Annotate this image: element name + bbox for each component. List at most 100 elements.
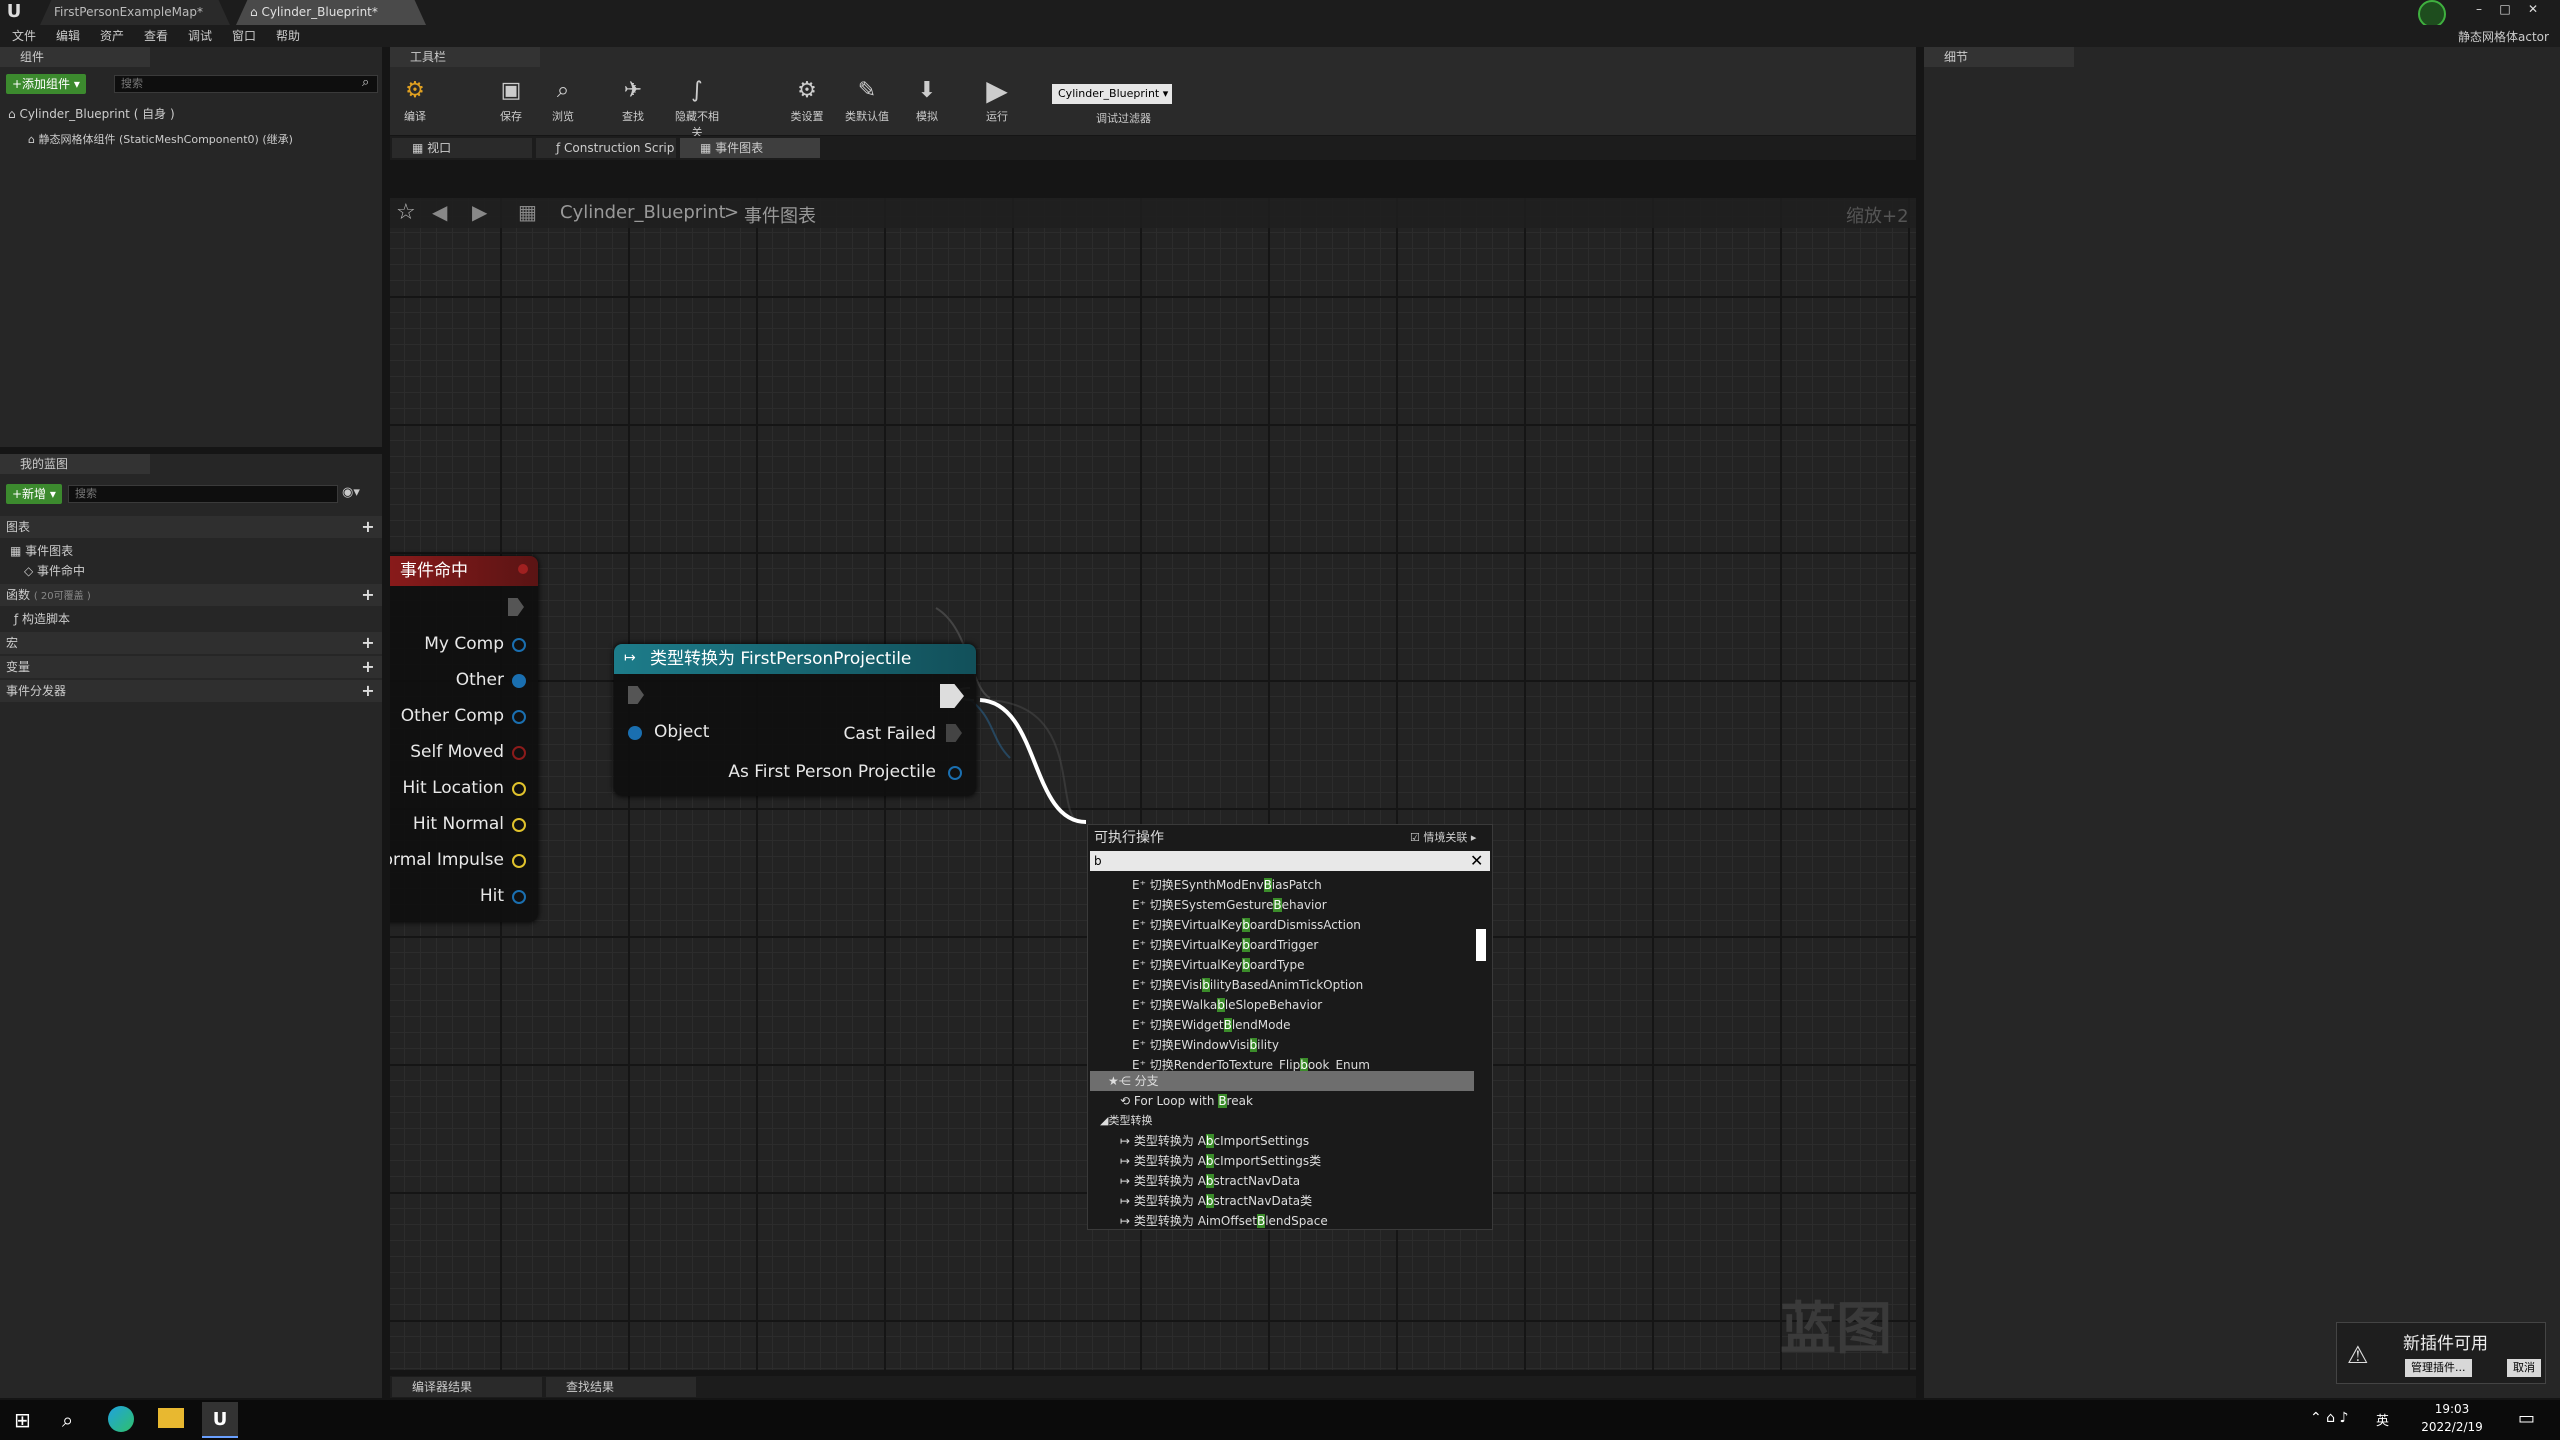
add-macro-icon[interactable]: + (360, 635, 376, 651)
pin-my-comp[interactable] (512, 638, 526, 652)
file-explorer-icon[interactable] (158, 1408, 184, 1428)
macros-section[interactable]: 宏 + (0, 632, 382, 654)
list-item-switch[interactable]: E⁺ 切换EWindowVisibility (1088, 1035, 1468, 1055)
pin-other-comp[interactable] (512, 710, 526, 724)
event-graph-item[interactable]: ▦ 事件图表 (10, 540, 73, 562)
play-button[interactable]: ▶ 运行 (970, 76, 1024, 130)
tab-construction-script[interactable]: ƒ Construction Scrip (536, 138, 676, 158)
edge-browser-icon[interactable] (108, 1406, 134, 1432)
list-item-cast[interactable]: ↦ 类型转换为 AbstractNavData类 (1088, 1191, 1468, 1211)
add-graph-icon[interactable]: + (360, 519, 376, 535)
clock-time[interactable]: 19:03 (2420, 1402, 2484, 1416)
hide-unrelated-button[interactable]: ∫ 隐藏不相关 (670, 76, 724, 139)
list-item-cast[interactable]: ↦ 类型转换为 AbcImportSettings类 (1088, 1151, 1468, 1171)
list-item-switch[interactable]: E⁺ 切换EVirtualKeyboardTrigger (1088, 935, 1468, 955)
event-exec-out-pin[interactable] (508, 598, 524, 616)
component-root-item[interactable]: ⌂ Cylinder_Blueprint ( 自身 ) (8, 103, 378, 125)
source-control-icon[interactable] (2418, 0, 2446, 28)
compile-button[interactable]: ⚙ 编译 (388, 76, 442, 130)
list-item-for-loop[interactable]: ⟲ For Loop with Break (1088, 1091, 1468, 1111)
maximize-button[interactable]: □ (2494, 2, 2516, 16)
dismiss-button[interactable]: 取消 (2507, 1359, 2541, 1377)
notifications-icon[interactable]: ▭ (2518, 1408, 2535, 1429)
document-tab-map[interactable]: FirstPersonExampleMap* (40, 0, 230, 25)
tab-viewport[interactable]: ▦ 视口 (392, 138, 532, 158)
my-blueprint-tab[interactable]: 我的蓝图 (0, 454, 150, 474)
cast-failed-pin[interactable] (946, 724, 962, 742)
pin-hit-normal[interactable] (512, 818, 526, 832)
cast-object-pin[interactable] (628, 726, 642, 740)
action-context-menu[interactable]: 可执行操作 ☑ 情境关联 ▸ b ✕ E⁺ 切换ESynthModEnvBias… (1087, 824, 1493, 1230)
list-item-switch[interactable]: E⁺ 切换ESystemGestureBehavior (1088, 895, 1468, 915)
context-sensitive-toggle[interactable]: ☑ 情境关联 ▸ (1410, 829, 1476, 845)
event-hit-node[interactable]: 事件命中 My Comp Other Other Comp Self Moved… (390, 556, 538, 922)
debug-object-select[interactable]: Cylinder_Blueprint ▾ (1052, 84, 1172, 104)
component-mesh-item[interactable]: ⌂ 静态网格体组件 (StaticMeshComponent0) (继承) (28, 129, 378, 151)
clear-search-icon[interactable]: ✕ (1470, 851, 1483, 870)
save-button[interactable]: ▣ 保存 (484, 76, 538, 130)
menu-view[interactable]: 查看 (144, 25, 168, 47)
event-dispatchers-section[interactable]: 事件分发器 + (0, 680, 382, 702)
list-item-cast[interactable]: ↦ 类型转换为 AbcImportSettings (1088, 1131, 1468, 1151)
list-scrollbar-thumb[interactable] (1476, 929, 1486, 961)
cast-node[interactable]: 类型转换为 FirstPersonProjectile ↦ Object Cas… (614, 644, 976, 796)
class-settings-button[interactable]: ⚙ 类设置 (780, 76, 834, 130)
add-variable-icon[interactable]: + (360, 659, 376, 675)
list-item-switch[interactable]: E⁺ 切换EWalkableSlopeBehavior (1088, 995, 1468, 1015)
components-search-input[interactable]: 搜索 (114, 75, 378, 93)
tab-event-graph[interactable]: ▦ 事件图表 (680, 138, 820, 158)
browse-button[interactable]: ⌕ 浏览 (536, 76, 590, 130)
graphs-section[interactable]: 图表 + (0, 516, 382, 538)
windows-start-icon[interactable]: ⊞ (14, 1408, 31, 1432)
tab-compiler-results[interactable]: 编译器结果 (392, 1377, 542, 1397)
list-item-switch[interactable]: E⁺ 切换EVirtualKeyboardDismissAction (1088, 915, 1468, 935)
toolbar-tab[interactable]: 工具栏 (390, 47, 540, 67)
list-item-switch[interactable]: E⁺ 切换EVirtualKeyboardType (1088, 955, 1468, 975)
menu-file[interactable]: 文件 (12, 25, 36, 47)
category-cast[interactable]: ◢类型转换 (1088, 1111, 1468, 1131)
class-defaults-button[interactable]: ✎ 类默认值 (840, 76, 894, 130)
pin-other[interactable] (512, 674, 526, 688)
menu-debug[interactable]: 调试 (188, 25, 212, 47)
menu-asset[interactable]: 资产 (100, 25, 124, 47)
manage-plugins-button[interactable]: 管理插件... (2405, 1359, 2472, 1377)
functions-section[interactable]: 函数 ( 20可覆盖 ) + (0, 584, 382, 606)
cast-exec-in-pin[interactable] (628, 686, 644, 704)
list-item-switch[interactable]: E⁺ 切换EVisibilityBasedAnimTickOption (1088, 975, 1468, 995)
ime-indicator[interactable]: 英 (2376, 1410, 2389, 1429)
system-tray-icons[interactable]: ⌃ ⌂ ♪ (2310, 1410, 2348, 1426)
list-item-switch[interactable]: E⁺ 切换ESynthModEnvBiasPatch (1088, 875, 1468, 895)
pin-normal-impulse[interactable] (512, 854, 526, 868)
find-button[interactable]: ✈ 查找 (606, 76, 660, 130)
components-tab[interactable]: 组件 (0, 47, 150, 67)
close-button[interactable]: ✕ (2522, 2, 2544, 16)
my-blueprint-search-input[interactable]: 搜索 (68, 485, 338, 503)
search-icon[interactable]: ⌕ (62, 1408, 73, 1432)
add-function-icon[interactable]: + (360, 587, 376, 603)
view-options-icon[interactable]: ◉▾ (342, 485, 360, 500)
action-search-input[interactable]: b (1090, 851, 1490, 871)
event-hit-item[interactable]: ◇ 事件命中 (24, 560, 85, 582)
list-item-branch-selected[interactable]: ★⋲ 分支 (1090, 1071, 1474, 1091)
pin-hit[interactable] (512, 890, 526, 904)
details-tab[interactable]: 细节 (1924, 47, 2074, 67)
menu-edit[interactable]: 编辑 (56, 25, 80, 47)
pin-self-moved[interactable] (512, 746, 526, 760)
cast-output-pin[interactable] (948, 766, 962, 780)
list-item-cast[interactable]: ↦ 类型转换为 AimOffsetBlendSpace (1088, 1211, 1468, 1231)
tab-find-results[interactable]: 查找结果 (546, 1377, 696, 1397)
unreal-taskbar-icon[interactable]: U (202, 1402, 238, 1438)
add-dispatcher-icon[interactable]: + (360, 683, 376, 699)
cast-exec-out-pin[interactable] (940, 684, 964, 708)
minimize-button[interactable]: – (2468, 2, 2490, 16)
document-tab-blueprint[interactable]: ⌂ Cylinder_Blueprint* (236, 0, 426, 25)
list-item-cast[interactable]: ↦ 类型转换为 AbstractNavData (1088, 1171, 1468, 1191)
add-component-button[interactable]: +添加组件 ▾ (6, 74, 86, 94)
clock-date[interactable]: 2022/2/19 (2420, 1420, 2484, 1434)
construction-script-item[interactable]: ƒ 构造脚本 (14, 608, 70, 630)
menu-window[interactable]: 窗口 (232, 25, 256, 47)
pin-hit-location[interactable] (512, 782, 526, 796)
simulate-button[interactable]: ⬇ 模拟 (900, 76, 954, 130)
add-new-button[interactable]: +新增 ▾ (6, 484, 62, 504)
variables-section[interactable]: 变量 + (0, 656, 382, 678)
